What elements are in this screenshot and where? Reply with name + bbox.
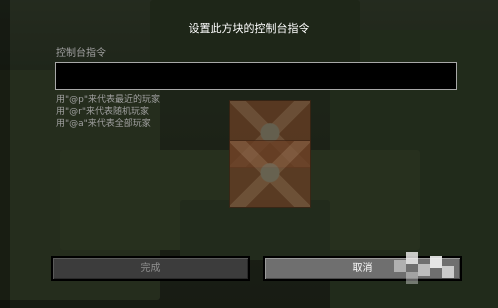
hint-random-player: 用"@r"来代表随机玩家 [56,107,149,117]
command-input-field[interactable] [55,62,457,90]
hint-nearest-player: 用"@p"来代表最近的玩家 [56,95,160,105]
left-edge-shadow [0,0,10,308]
command-input-label: 控制台指令 [56,48,106,59]
done-button[interactable]: 完成 [51,256,250,281]
hint-all-players: 用"@a"来代表全部玩家 [56,119,151,129]
watermark-mosaic [394,252,464,286]
dialog-title: 设置此方块的控制台指令 [188,22,310,35]
